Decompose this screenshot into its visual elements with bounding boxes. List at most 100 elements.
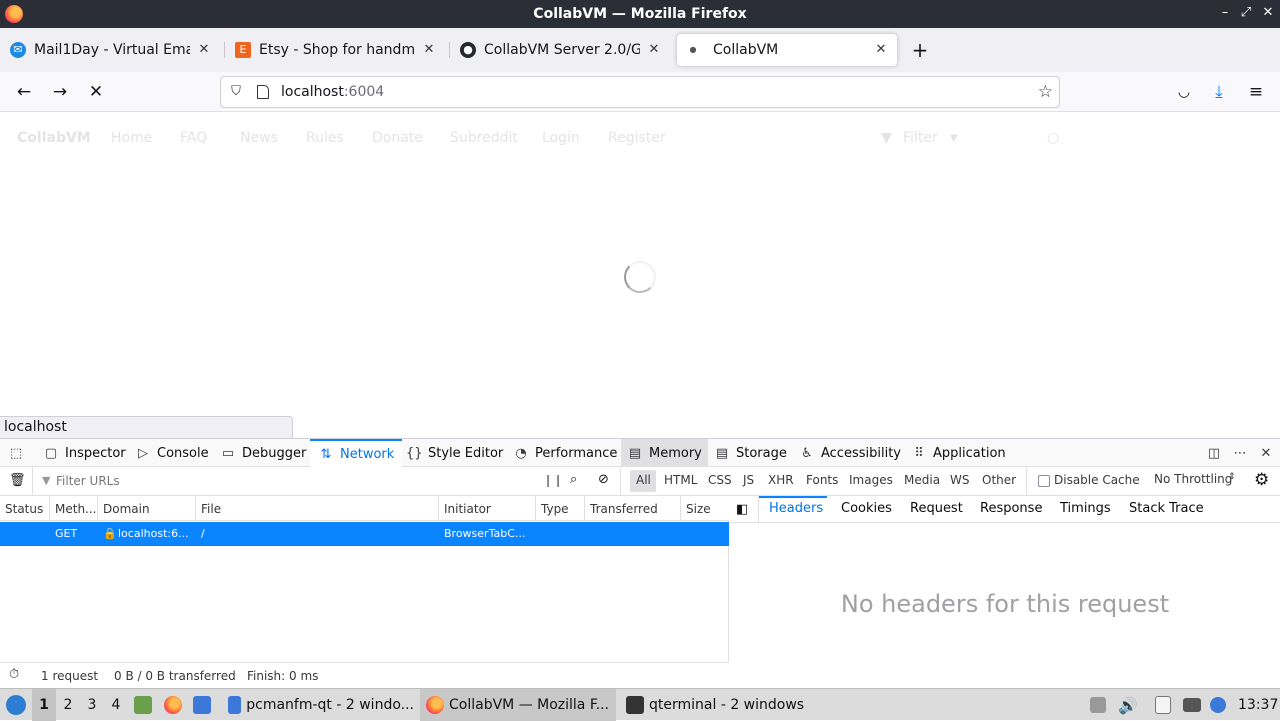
- pocket-icon[interactable]: ◡: [1174, 82, 1194, 102]
- filter-xhr[interactable]: XHR: [768, 473, 794, 487]
- volume-icon[interactable]: 🔊: [1118, 689, 1138, 721]
- tab-network[interactable]: ⇅ Network: [310, 439, 403, 467]
- tab-inspector[interactable]: ▢ Inspector: [43, 439, 126, 467]
- desktop-3[interactable]: 3: [80, 689, 104, 721]
- close-tab-icon[interactable]: ✕: [873, 42, 889, 58]
- element-picker-icon[interactable]: ⬚: [8, 439, 30, 467]
- filter-dropdown[interactable]: Filter: [903, 130, 938, 146]
- filter-fonts[interactable]: Fonts: [806, 473, 838, 487]
- forward-icon[interactable]: →: [50, 82, 70, 102]
- filter-urls-input[interactable]: [56, 471, 526, 491]
- file-manager-launcher-icon[interactable]: [134, 689, 157, 721]
- block-icon[interactable]: ⊘: [598, 472, 609, 487]
- filter-icon[interactable]: ▼: [881, 130, 892, 146]
- clipboard-icon[interactable]: [1155, 689, 1176, 721]
- search-icon[interactable]: ○: [1047, 130, 1059, 146]
- nav-subreddit[interactable]: Subreddit: [450, 130, 518, 146]
- col-method[interactable]: Meth...: [50, 496, 98, 521]
- tab-console[interactable]: ▷ Console: [135, 439, 209, 467]
- desktop-launcher-icon[interactable]: [193, 689, 216, 721]
- nav-login[interactable]: Login: [542, 130, 580, 146]
- filter-js[interactable]: JS: [743, 473, 754, 487]
- close-tab-icon[interactable]: ✕: [196, 42, 212, 58]
- col-initiator[interactable]: Initiator: [439, 496, 536, 521]
- desktop-2[interactable]: 2: [56, 689, 80, 721]
- update-notification-icon[interactable]: [1210, 689, 1231, 721]
- nav-faq[interactable]: FAQ: [180, 130, 207, 146]
- firefox-launcher-icon[interactable]: [164, 689, 187, 721]
- restore-icon[interactable]: ⤢: [1238, 5, 1254, 21]
- disable-cache-checkbox[interactable]: [1038, 475, 1050, 487]
- filter-media[interactable]: Media: [904, 473, 940, 487]
- start-menu-icon[interactable]: [4, 689, 28, 721]
- tab-style-editor[interactable]: {} Style Editor: [406, 439, 503, 467]
- back-icon[interactable]: ←: [14, 82, 34, 102]
- close-tab-icon[interactable]: ✕: [646, 42, 662, 58]
- desktop-1[interactable]: 1: [32, 689, 56, 721]
- col-file[interactable]: File: [196, 496, 439, 521]
- tab-stack-trace[interactable]: Stack Trace: [1129, 501, 1204, 516]
- taskbar-window-pcmanfm[interactable]: pcmanfm-qt - 2 windo...: [224, 689, 414, 721]
- more-options-icon[interactable]: ⋯: [1232, 439, 1254, 467]
- clock[interactable]: 13:37: [1238, 689, 1278, 721]
- tab-application[interactable]: ⠿ Application: [911, 439, 1005, 467]
- disable-cache-label[interactable]: Disable Cache: [1054, 473, 1140, 487]
- url-text[interactable]: localhost:6004: [281, 84, 384, 100]
- tab-headers[interactable]: Headers: [769, 501, 823, 516]
- tab-etsy[interactable]: E Etsy - Shop for handmade ✕: [227, 34, 445, 66]
- toggle-sidebar-icon[interactable]: ◧: [736, 502, 748, 517]
- taskbar-window-firefox[interactable]: CollabVM — Mozilla F...: [420, 689, 616, 721]
- tab-memory[interactable]: ▤ Memory: [621, 439, 708, 467]
- filter-ws[interactable]: WS: [950, 473, 969, 487]
- filter-html[interactable]: HTML: [664, 473, 697, 487]
- trash-icon[interactable]: 🗑: [9, 473, 26, 488]
- tab-storage[interactable]: ▤ Storage: [714, 439, 787, 467]
- shield-icon[interactable]: ⛉: [228, 84, 244, 100]
- bookmark-star-icon[interactable]: ☆: [1038, 82, 1053, 102]
- filter-images[interactable]: Images: [849, 473, 893, 487]
- tab-mail1day[interactable]: ✉ Mail1Day - Virtual Email ✕: [2, 34, 220, 66]
- downloads-icon[interactable]: ⤓: [1209, 82, 1229, 102]
- nav-donate[interactable]: Donate: [372, 130, 423, 146]
- network-icon[interactable]: [1183, 689, 1206, 721]
- new-tab-button[interactable]: +: [908, 40, 932, 60]
- tab-accessibility[interactable]: ♿ Accessibility: [799, 439, 901, 467]
- table-row[interactable]: GET 🔒 localhost:6... / BrowserTabC...: [0, 522, 729, 546]
- settings-gear-icon[interactable]: ⚙: [1254, 470, 1269, 490]
- tab-request[interactable]: Request: [910, 501, 963, 516]
- col-domain[interactable]: Domain: [98, 496, 196, 521]
- throttling-select[interactable]: No Throttling: [1154, 472, 1232, 486]
- nav-home[interactable]: Home: [111, 130, 152, 146]
- close-window-icon[interactable]: ✕: [1260, 5, 1276, 21]
- tab-performance[interactable]: ◔ Performance: [513, 439, 617, 467]
- search-icon[interactable]: ⌕: [570, 472, 577, 487]
- url-bar[interactable]: ⛉ localhost:6004 ☆: [220, 76, 1060, 108]
- tab-response[interactable]: Response: [980, 501, 1042, 516]
- nav-register[interactable]: Register: [608, 130, 666, 146]
- close-tab-icon[interactable]: ✕: [421, 42, 437, 58]
- col-type[interactable]: Type: [536, 496, 585, 521]
- site-logo[interactable]: CollabVM: [17, 130, 91, 146]
- tab-collabvm-github[interactable]: ● CollabVM Server 2.0/GetF ✕: [452, 34, 670, 66]
- tab-cookies[interactable]: Cookies: [841, 501, 892, 516]
- close-devtools-icon[interactable]: ✕: [1258, 439, 1280, 467]
- filter-all[interactable]: All: [636, 473, 651, 487]
- tab-collabvm[interactable]: ● CollabVM ✕: [677, 34, 897, 66]
- nav-news[interactable]: News: [240, 130, 278, 146]
- dock-icon[interactable]: ◫: [1206, 439, 1228, 467]
- filter-css[interactable]: CSS: [708, 473, 732, 487]
- desktop-4[interactable]: 4: [104, 689, 128, 721]
- tab-timings[interactable]: Timings: [1060, 501, 1111, 516]
- stopwatch-icon[interactable]: ⏱: [9, 667, 19, 682]
- stop-icon[interactable]: ✕: [86, 82, 106, 102]
- menu-icon[interactable]: ≡: [1246, 82, 1266, 102]
- filter-other[interactable]: Other: [982, 473, 1016, 487]
- col-size[interactable]: Size: [681, 496, 729, 521]
- pause-icon[interactable]: ❘❘: [543, 473, 563, 487]
- taskbar-window-qterminal[interactable]: qterminal - 2 windows: [622, 689, 812, 721]
- col-transferred[interactable]: Transferred: [585, 496, 681, 521]
- page-icon[interactable]: [257, 85, 269, 99]
- minimize-icon[interactable]: –: [1217, 5, 1233, 21]
- nav-rules[interactable]: Rules: [306, 130, 344, 146]
- tray-storage-icon[interactable]: [1090, 689, 1111, 721]
